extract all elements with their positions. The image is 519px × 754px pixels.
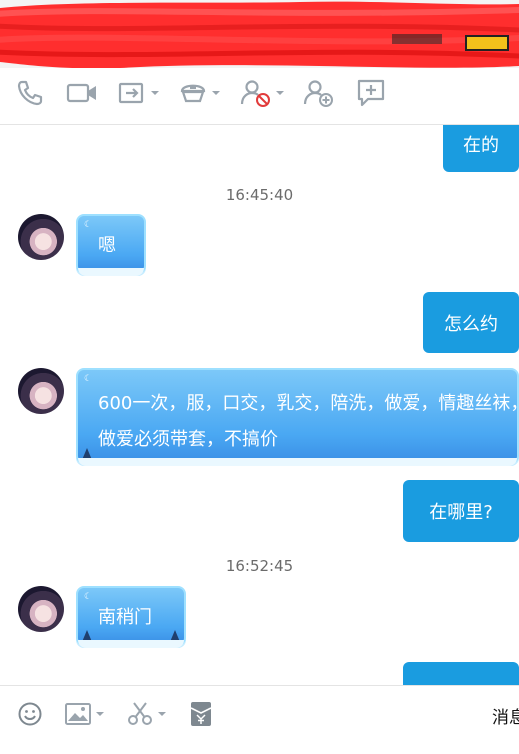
- share-screen-icon: [118, 82, 144, 104]
- emoji-icon: [18, 702, 42, 726]
- title-bar: [0, 0, 519, 68]
- add-friend-button[interactable]: [303, 78, 335, 108]
- screenshot-button[interactable]: [126, 700, 167, 728]
- bubble-snow-decoration: [78, 268, 144, 276]
- image-icon: [65, 703, 91, 725]
- video-call-button[interactable]: [66, 78, 98, 108]
- scissors-icon: [128, 702, 152, 725]
- chevron-down-icon[interactable]: [275, 89, 285, 97]
- chevron-down-icon[interactable]: [95, 710, 105, 718]
- chat-history[interactable]: 在的 16:45:40 ☾ 嗯 怎么约 ☾ 600一次，服，口交，乳交，陪洗，做…: [0, 125, 519, 685]
- share-screen-button[interactable]: [117, 78, 160, 108]
- moon-icon: ☾: [84, 220, 93, 230]
- video-icon: [66, 83, 96, 103]
- voice-call-button[interactable]: [16, 78, 44, 108]
- chevron-down-icon[interactable]: [211, 89, 221, 97]
- red-packet-button[interactable]: [189, 700, 213, 728]
- phone-icon: [17, 80, 43, 106]
- emoji-button[interactable]: [17, 700, 43, 728]
- bubble-snow-decoration: [78, 640, 184, 648]
- message-bubble-outgoing[interactable]: 怎么约: [423, 292, 519, 353]
- message-text: 嗯: [98, 235, 116, 256]
- message-text: 600一次，服，口交，乳交，陪洗，做爱，情趣丝袜，做爱必须带套，不搞价: [98, 393, 519, 450]
- message-history-label[interactable]: 消息: [492, 703, 519, 728]
- contact-avatar[interactable]: [18, 368, 64, 414]
- block-user-button[interactable]: [240, 78, 285, 108]
- remote-assist-icon: [180, 84, 206, 103]
- message-text: 怎么约: [444, 313, 498, 335]
- message-bubble-outgoing[interactable]: 在的: [443, 125, 519, 172]
- remote-assist-button[interactable]: [178, 78, 221, 108]
- message-text: 在哪里?: [429, 502, 493, 523]
- block-user-icon: [240, 80, 270, 107]
- message-bubble-incoming[interactable]: ☾ 南稍门: [76, 586, 186, 648]
- chevron-down-icon[interactable]: [157, 710, 167, 718]
- message-bubble-incoming[interactable]: ☾ 600一次，服，口交，乳交，陪洗，做爱，情趣丝袜，做爱必须带套，不搞价: [76, 368, 519, 466]
- message-timestamp: 16:45:40: [225, 186, 294, 204]
- contact-avatar[interactable]: [18, 214, 64, 260]
- message-text: 南稍门: [98, 607, 152, 628]
- add-friend-icon: [303, 80, 333, 107]
- chat-toolbar: [0, 68, 519, 125]
- image-button[interactable]: [64, 700, 105, 728]
- message-bubble-outgoing[interactable]: [403, 662, 519, 685]
- input-toolbar: 消息: [0, 685, 519, 754]
- redaction-scribble: [0, 1, 519, 68]
- message-button[interactable]: [356, 78, 386, 108]
- bubble-snow-decoration: [78, 458, 517, 466]
- chevron-down-icon[interactable]: [150, 89, 160, 97]
- contact-avatar[interactable]: [18, 586, 64, 632]
- red-packet-icon: [190, 702, 212, 726]
- message-icon: [357, 79, 385, 107]
- message-text: 在的: [463, 134, 499, 156]
- moon-icon: ☾: [84, 592, 93, 602]
- moon-icon: ☾: [84, 374, 93, 384]
- message-bubble-incoming[interactable]: ☾ 嗯: [76, 214, 146, 276]
- message-bubble-outgoing[interactable]: 在哪里?: [403, 480, 519, 542]
- message-timestamp: 16:52:45: [225, 557, 294, 575]
